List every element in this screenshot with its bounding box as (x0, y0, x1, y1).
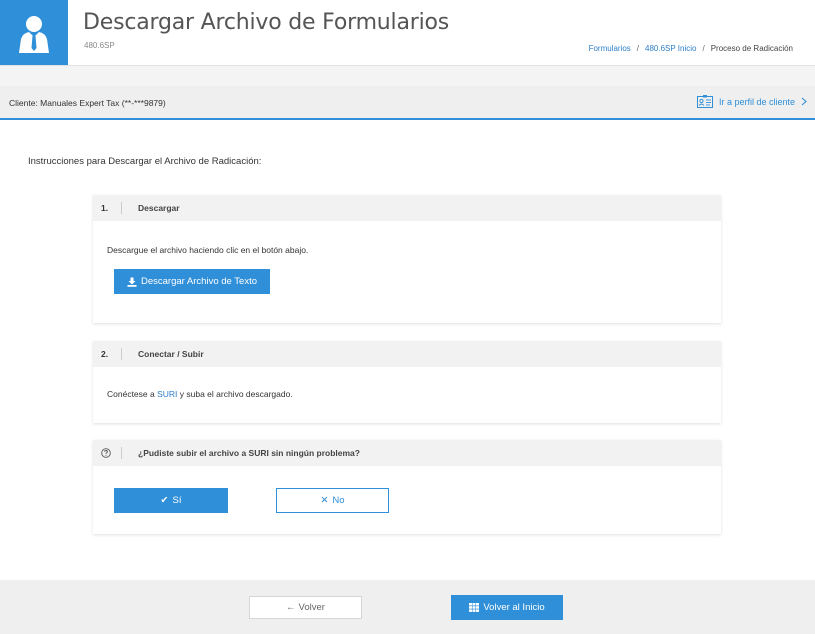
breadcrumb-separator: / (636, 44, 640, 53)
no-button-label: No (332, 495, 345, 506)
page-title: Descargar Archivo de Formularios (83, 10, 450, 35)
instructions-heading: Instrucciones para Descargar el Archivo … (28, 156, 262, 167)
upload-confirmation-card: ¿Pudiste subir el archivo a SURI sin nin… (93, 440, 721, 534)
back-button[interactable]: ← Volver (249, 596, 362, 619)
home-button-label: Volver al Inicio (483, 602, 545, 613)
client-bar: Cliente: Manuales Expert Tax (**-***9879… (0, 86, 815, 120)
page-subtitle: 480.6SP (84, 41, 115, 50)
download-icon (127, 277, 137, 287)
page-footer: ← Volver Volver al Inicio (0, 580, 815, 634)
step-number: 1. (101, 203, 109, 213)
yes-button[interactable]: ✔ Sí (114, 488, 228, 513)
client-label: Cliente: Manuales Expert Tax (**-***9879… (9, 98, 166, 108)
header-spacer (0, 66, 815, 86)
step-title: Descargar (138, 203, 180, 213)
step-upload-card: 2. Conectar / Subir Conéctese a SURI y s… (93, 341, 721, 423)
step-download-header: 1. Descargar (93, 195, 721, 221)
close-icon: ✕ (320, 495, 329, 506)
user-icon (19, 15, 49, 53)
yes-button-label: Sí (172, 495, 182, 506)
breadcrumb-separator: / (702, 44, 705, 53)
step-number: 2. (101, 349, 109, 359)
confirmation-header: ¿Pudiste subir el archivo a SURI sin nin… (93, 440, 721, 466)
step-upload-header: 2. Conectar / Subir (93, 341, 721, 367)
download-text-file-button[interactable]: Descargar Archivo de Texto (114, 269, 270, 294)
page-header: Descargar Archivo de Formularios 480.6SP… (0, 0, 815, 66)
breadcrumb: Formularios / 480.6SP Inicio / Proceso d… (589, 44, 793, 53)
profile-link-label: Ir a perfil de cliente (718, 96, 795, 107)
confirmation-question: ¿Pudiste subir el archivo a SURI sin nin… (138, 448, 360, 458)
breadcrumb-480-inicio[interactable]: 480.6SP Inicio (645, 44, 696, 53)
step-download-text: Descargue el archivo haciendo clic en el… (107, 245, 309, 255)
no-button[interactable]: ✕ No (276, 488, 389, 513)
home-button[interactable]: Volver al Inicio (451, 595, 563, 620)
chevron-right-icon (801, 97, 807, 106)
suri-link[interactable]: SURI (157, 389, 177, 399)
grid-icon (469, 603, 480, 612)
header-divider (121, 348, 122, 360)
header-divider (121, 447, 122, 459)
header-divider (121, 202, 122, 214)
arrow-left-icon: ← (286, 602, 296, 613)
step-upload-text: Conéctese a SURI y suba el archivo desca… (107, 389, 293, 399)
id-card-icon (696, 95, 713, 108)
breadcrumb-formularios[interactable]: Formularios (589, 44, 631, 53)
profile-link[interactable]: Ir a perfil de cliente (696, 95, 807, 108)
step-download-card: 1. Descargar Descargue el archivo hacien… (93, 195, 721, 323)
step-title: Conectar / Subir (138, 349, 204, 359)
download-button-label: Descargar Archivo de Texto (141, 276, 257, 287)
back-button-label: Volver (298, 602, 325, 613)
breadcrumb-current: Proceso de Radicación (710, 44, 793, 53)
user-avatar (0, 0, 68, 65)
check-icon: ✔ (160, 495, 169, 506)
question-circle-icon (101, 448, 111, 458)
